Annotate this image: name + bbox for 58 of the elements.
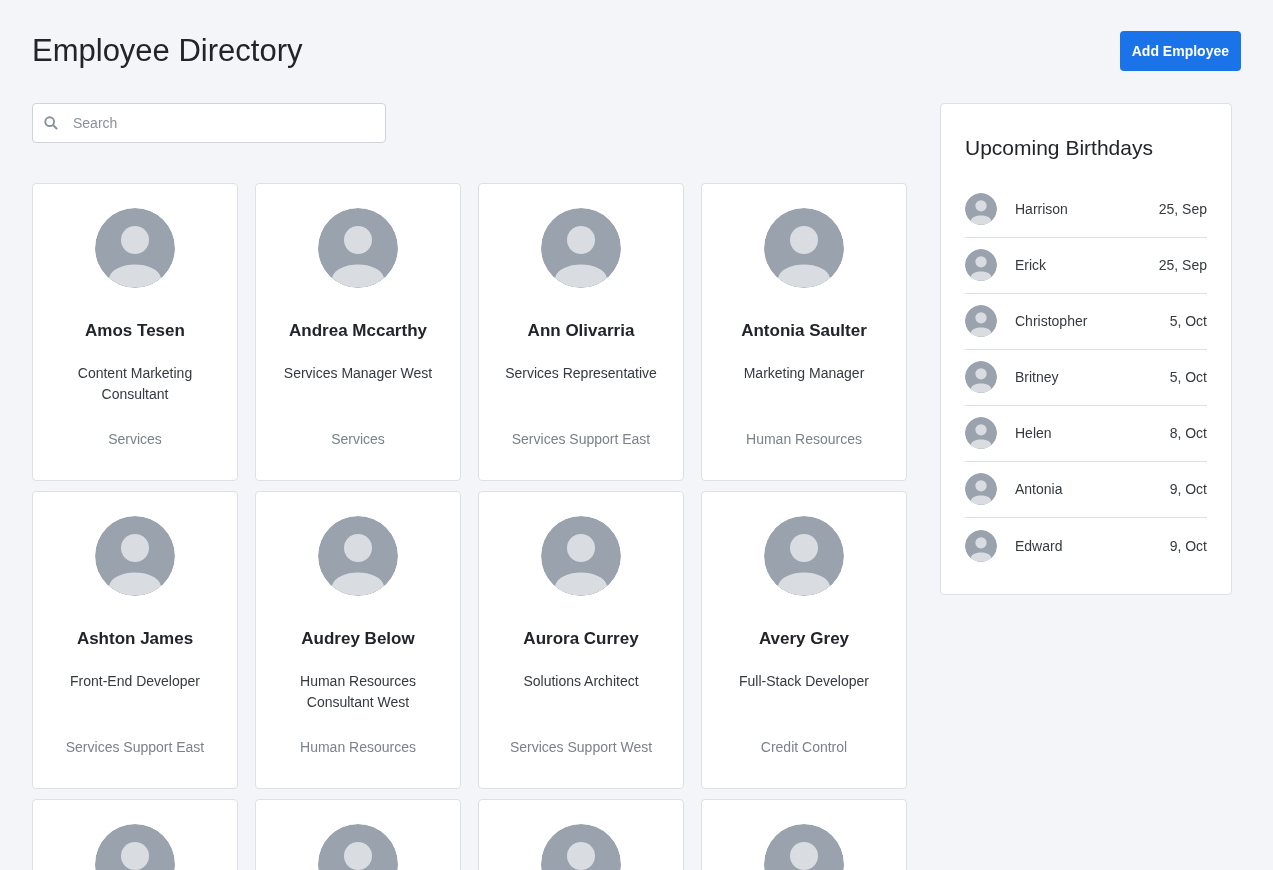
employee-name: Andrea Mccarthy (289, 320, 427, 342)
employee-department: Human Resources (300, 737, 416, 757)
employee-card[interactable]: Ann Olivarria Services Representative Services Support East (478, 183, 684, 481)
employee-card[interactable]: Andrea Mccarthy Services Manager West Services (255, 183, 461, 481)
employee-name: Ann Olivarria (527, 320, 635, 342)
employee-department: Services (108, 429, 162, 449)
employee-name: Audrey Below (301, 628, 415, 650)
birthday-name: Erick (1015, 256, 1048, 275)
employee-department: Human Resources (746, 429, 862, 449)
employee-card[interactable]: Amos Tesen Content Marketing Consultant Services (32, 183, 238, 481)
birthday-name: Helen (1015, 424, 1053, 443)
employee-role: Human Resources Consultant West (299, 671, 417, 712)
avatar-silhouette (965, 193, 997, 225)
birthday-date: 9, Oct (1169, 480, 1207, 499)
avatar-silhouette (965, 529, 997, 562)
employee-role: Marketing Manager (742, 363, 866, 383)
employee-card[interactable]: Audrey Below Human Resources Consultant West Human Resources (255, 491, 461, 789)
panel-title: Upcoming Birthdays (965, 135, 1154, 161)
birthday-date: 25, Sep (1158, 200, 1207, 219)
search-icon (44, 116, 58, 130)
avatar-silhouette (965, 417, 997, 449)
employee-name: Aurora Currey (523, 628, 639, 650)
employee-card[interactable]: Aurora Currey Solutions Architect Services Support West (478, 491, 684, 789)
birthday-date: 5, Oct (1169, 368, 1207, 387)
birthday-name: Antonia (1015, 480, 1064, 499)
employee-department: Services Support West (509, 737, 653, 757)
employee-role: Solutions Architect (522, 671, 640, 691)
birthday-date: 25, Sep (1158, 256, 1207, 275)
employee-card[interactable]: Avery Grey Full-Stack Developer Credit Control (701, 491, 907, 789)
search-field[interactable]: Search (32, 103, 386, 143)
employee-role: Services Representative (504, 363, 658, 383)
employee-role: Services Manager West (282, 363, 434, 383)
employee-role: Front-End Developer (69, 671, 201, 691)
birthday-name: Britney (1015, 368, 1060, 387)
birthday-name: Christopher (1015, 312, 1089, 331)
avatar-silhouette (965, 361, 997, 393)
birthday-date: 9, Oct (1169, 536, 1207, 556)
employee-department: Services Support East (65, 737, 205, 757)
employee-name: Antonia Saulter (741, 320, 867, 342)
employee-name: Amos Tesen (85, 320, 185, 342)
employee-role: Full-Stack Developer (738, 671, 870, 691)
avatar-silhouette (965, 473, 997, 505)
employee-department: Services Support East (511, 429, 651, 449)
page-title: Employee Directory (32, 32, 303, 70)
employee-department: Services (331, 429, 385, 449)
birthday-name: Edward (1015, 536, 1064, 556)
birthday-date: 8, Oct (1169, 424, 1207, 443)
employee-card[interactable]: Antonia Saulter Marketing Manager Human Resources (701, 183, 907, 481)
add-employee-button[interactable]: Add Employee (1119, 31, 1241, 71)
employee-department: Credit Control (760, 737, 848, 757)
employee-role: Content Marketing Consultant (76, 363, 194, 404)
employee-name: Avery Grey (758, 628, 850, 650)
employee-name: Ashton James (76, 628, 194, 650)
employee-card[interactable]: Ashton James Front-End Developer Services Support East (32, 491, 238, 789)
birthday-date: 5, Oct (1169, 312, 1207, 331)
avatar-silhouette (965, 305, 997, 337)
avatar-silhouette (965, 249, 997, 281)
birthday-name: Harrison (1015, 200, 1069, 219)
